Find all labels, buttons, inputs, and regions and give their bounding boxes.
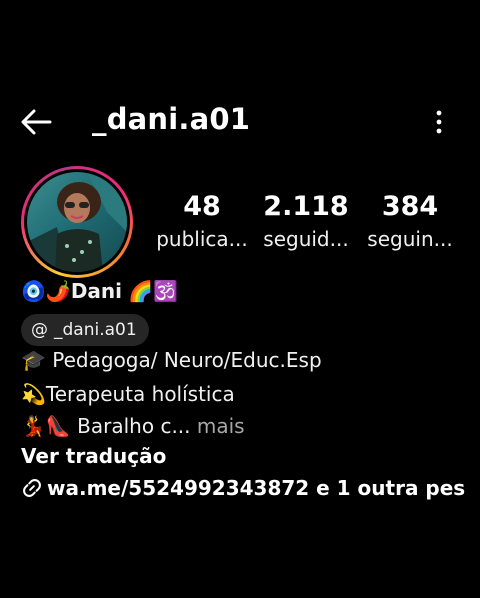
following-count: 384: [381, 191, 439, 222]
more-options-icon[interactable]: [428, 108, 450, 136]
threads-badge[interactable]: @ _dani.a01: [21, 314, 149, 346]
bio-line-2-text: Terapeuta holística: [45, 382, 235, 406]
dizzy-star-icon: 💫: [21, 382, 46, 406]
profile-header: _dani.a01: [0, 100, 480, 144]
see-translation-button[interactable]: Ver tradução: [21, 442, 166, 470]
name-suffix-emoji: 🌈🕉️: [122, 279, 179, 303]
bio-link-text: wa.me/5524992343872 e 1 outra pes...: [47, 476, 466, 500]
threads-icon: @: [31, 320, 48, 340]
bio-line-2: 💫Terapeuta holística: [21, 380, 235, 408]
stat-posts[interactable]: 48 publica...: [150, 190, 254, 254]
bio-more-link[interactable]: mais: [191, 414, 245, 438]
followers-label: seguid...: [263, 227, 349, 251]
bio-line-3: 💃👠 Baralho c... mais: [21, 412, 245, 440]
avatar-photo: [27, 172, 127, 272]
link-icon: [23, 479, 41, 497]
bio-line-1: 🎓 Pedagoga/ Neuro/Educ.Esp: [21, 346, 322, 374]
dancer-heel-icon: 💃👠: [21, 414, 71, 438]
followers-count: 2.118: [263, 191, 349, 222]
posts-count: 48: [183, 191, 221, 222]
name-prefix-emoji: 🧿🌶️: [21, 279, 71, 303]
stat-following[interactable]: 384 seguin...: [358, 190, 462, 254]
following-label: seguin...: [367, 227, 453, 251]
stat-followers[interactable]: 2.118 seguid...: [254, 190, 358, 254]
bio-line-3-text: Baralho c...: [70, 414, 191, 438]
avatar: [27, 172, 127, 272]
profile-username: _dani.a01: [92, 102, 251, 136]
profile-avatar-story-ring[interactable]: [21, 166, 133, 278]
back-arrow-icon[interactable]: [18, 106, 54, 138]
bio-links[interactable]: wa.me/5524992343872 e 1 outra pes...: [21, 474, 466, 502]
posts-label: publica...: [156, 227, 248, 251]
threads-handle: _dani.a01: [54, 320, 137, 340]
display-name: Dani: [70, 279, 123, 303]
bio-line-1-text: Pedagoga/ Neuro/Educ.Esp: [45, 348, 322, 372]
profile-stats: 48 publica... 2.118 seguid... 384 seguin…: [150, 190, 470, 260]
graduation-cap-icon: 🎓: [21, 348, 46, 372]
profile-display-name: 🧿🌶️Dani 🌈🕉️: [21, 277, 178, 305]
